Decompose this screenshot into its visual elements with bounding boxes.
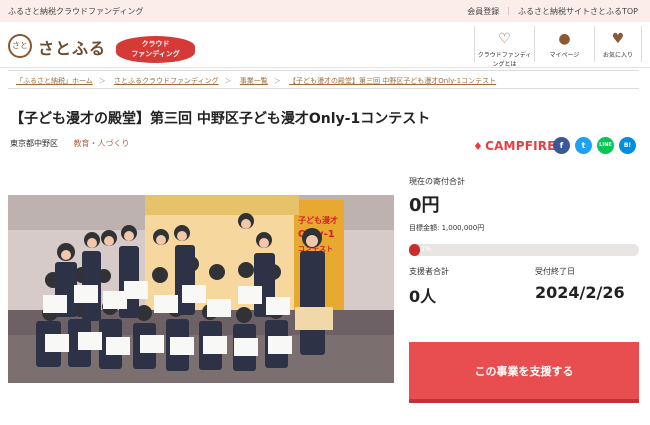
goal-amount: 目標金額: 1,000,000円 xyxy=(409,224,485,232)
satofull-top-link[interactable]: ふるさと納税サイトさとふるTOP xyxy=(518,6,638,17)
satofull-logo-mark[interactable]: さと xyxy=(8,34,32,58)
cloud-heart-icon: ♡ xyxy=(498,31,511,47)
badge-line-2: ファンディング xyxy=(131,50,180,58)
satofull-logo-text[interactable]: さとふる xyxy=(38,35,106,59)
supporters-total-label: 支援者合計 xyxy=(409,267,449,276)
hatena-bookmark-button[interactable]: B! xyxy=(619,137,636,154)
campfire-logo[interactable]: ♦ CAMPFIRE xyxy=(473,139,556,153)
top-link-divider: | xyxy=(507,6,510,15)
twitter-share-button[interactable]: t xyxy=(575,137,592,154)
project-photo: 子ども漫才 Only-1 コンテスト xyxy=(8,195,394,383)
badge-line-1: クラウド xyxy=(141,40,170,48)
site-tagline: ふるさと納税クラウドファンディング xyxy=(8,7,144,16)
funding-progress-label: 0% xyxy=(420,245,432,253)
breadcrumb-divider: ＞ xyxy=(224,77,232,85)
breadcrumb-divider: ＞ xyxy=(98,77,106,85)
line-share-button[interactable]: LINE xyxy=(597,137,614,154)
project-meta: 東京都中野区 教育・人づくり xyxy=(10,138,130,149)
crowdfunding-badge[interactable]: クラウド ファンディング xyxy=(116,36,195,63)
nav-my-page-label: マイページ xyxy=(549,52,580,59)
deadline-label: 受付終了日 xyxy=(535,267,575,276)
breadcrumb-projects[interactable]: 事業一覧 xyxy=(240,77,268,85)
current-donation-label: 現在の寄付合計 xyxy=(409,177,465,186)
header-navigation: ♡ クラウドファンディングとは ● マイページ ♥ お気に入り xyxy=(474,26,642,68)
funding-progress-bar: 0% xyxy=(409,244,639,256)
group-photo-illustration: 子ども漫才 Only-1 コンテスト xyxy=(8,195,394,383)
project-category[interactable]: 教育・人づくり xyxy=(74,139,130,148)
breadcrumb-crowdfunding[interactable]: さとふるクラウドファンディング xyxy=(114,77,219,85)
nav-favorites[interactable]: ♥ お気に入り xyxy=(594,26,642,62)
nav-my-page[interactable]: ● マイページ xyxy=(534,26,594,62)
banner-text-line-1: 子ども漫才 xyxy=(298,215,338,225)
breadcrumb-home[interactable]: 「ふるさと納税」ホーム xyxy=(16,77,93,85)
top-bar: ふるさと納税クラウドファンディング 会員登録 | ふるさと納税サイトさとふるTO… xyxy=(0,0,650,22)
campfire-label: CAMPFIRE xyxy=(485,139,556,153)
breadcrumb-divider: ＞ xyxy=(273,77,281,85)
deadline-value: 2024/2/26 xyxy=(535,283,625,302)
nav-crowdfunding-about[interactable]: ♡ クラウドファンディングとは xyxy=(474,26,534,68)
current-donation-amount: 0円 xyxy=(409,195,440,216)
share-buttons: f t LINE B! xyxy=(553,137,636,154)
facebook-share-button[interactable]: f xyxy=(553,137,570,154)
breadcrumb: 「ふるさと納税」ホーム ＞ さとふるクラウドファンディング ＞ 事業一覧 ＞ 【子ども… xyxy=(8,70,639,89)
breadcrumb-current[interactable]: 【子ども漫才の殿堂】第三回 中野区子ども漫才Only-1コンテスト xyxy=(289,77,496,85)
top-links: 会員登録 | ふるさと納税サイトさとふるTOP xyxy=(467,6,638,17)
funding-progress-fill xyxy=(409,244,420,256)
person-icon: ● xyxy=(558,31,571,47)
site-header: さと さとふる クラウド ファンディング ♡ クラウドファンディングとは ● マイペ… xyxy=(0,22,650,68)
project-region: 東京都中野区 xyxy=(10,139,58,148)
supporters-total-value: 0人 xyxy=(409,287,437,306)
funding-info-panel: 現在の寄付合計 0円 目標金額: 1,000,000円 0% 支援者合計 0人 … xyxy=(409,176,640,306)
register-link[interactable]: 会員登録 xyxy=(467,6,499,17)
nav-favorites-label: お気に入り xyxy=(602,52,633,59)
project-title: 【子ども漫才の殿堂】第三回 中野区子ども漫才Only-1コンテスト xyxy=(10,111,431,127)
flame-icon: ♦ xyxy=(473,140,484,153)
support-project-button[interactable]: この事業を支援する xyxy=(409,342,639,399)
nav-about-label: クラウドファンディングとは xyxy=(477,52,532,68)
heart-icon: ♥ xyxy=(611,31,625,47)
